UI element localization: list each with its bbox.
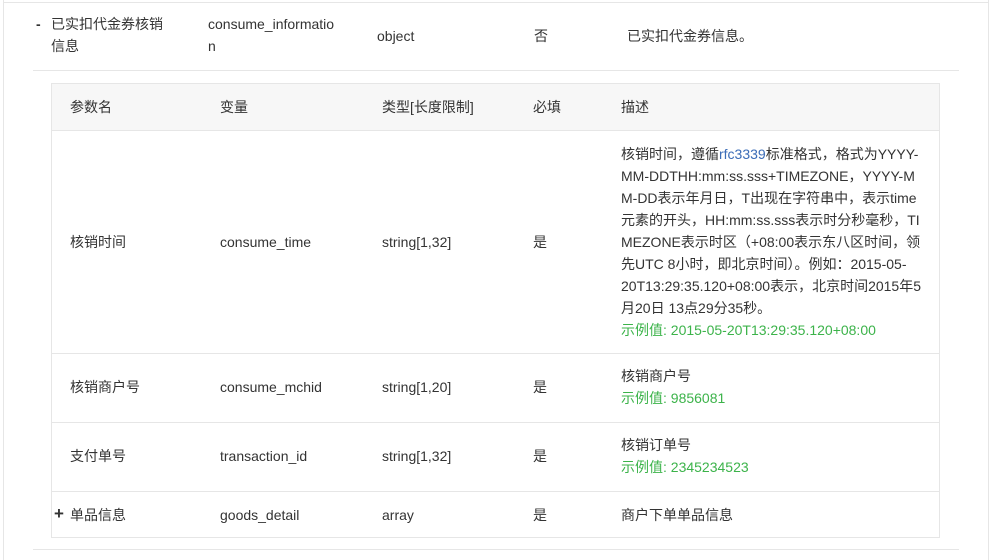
row-description: 核销订单号 示例值: 2345234523 bbox=[621, 434, 926, 478]
example-value: 示例值: 2015-05-20T13:29:35.120+08:00 bbox=[621, 322, 876, 338]
row-required: 是 bbox=[533, 234, 547, 250]
collapse-toggle-icon[interactable]: - bbox=[36, 13, 41, 35]
nested-params-table: 参数名 变量 类型[长度限制] 必填 描述 核销时间 consume_time … bbox=[51, 83, 940, 538]
header-description: 描述 bbox=[621, 99, 649, 115]
header-variable: 变量 bbox=[220, 99, 248, 115]
top-border bbox=[3, 2, 989, 3]
row-required: 是 bbox=[533, 507, 547, 523]
header-required: 必填 bbox=[533, 99, 561, 115]
row-description: 核销商户号 示例值: 9856081 bbox=[621, 365, 926, 409]
parent-type: object bbox=[377, 28, 415, 44]
row-name: 支付单号 bbox=[70, 448, 126, 464]
bottom-divider bbox=[33, 549, 959, 550]
row-required: 是 bbox=[533, 379, 547, 395]
parent-variable: consume_informatio n bbox=[208, 16, 335, 54]
outer-right-border bbox=[988, 0, 989, 560]
header-param: 参数名 bbox=[70, 99, 112, 115]
row-name: 单品信息 bbox=[70, 507, 126, 523]
parent-row-divider bbox=[33, 70, 959, 71]
example-value: 示例值: 9856081 bbox=[621, 390, 726, 406]
parent-description: 已实扣代金券信息。 bbox=[627, 28, 753, 44]
row-type: array bbox=[382, 507, 414, 523]
header-type: 类型[长度限制] bbox=[382, 99, 474, 115]
example-value: 示例值: 2345234523 bbox=[621, 459, 749, 475]
row-name: 核销时间 bbox=[70, 234, 126, 250]
row-description: 核销时间，遵循rfc3339标准格式，格式为YYYY- MM-DDTHH:mm:… bbox=[621, 143, 926, 341]
row-required: 是 bbox=[533, 448, 547, 464]
row-type: string[1,20] bbox=[382, 379, 452, 395]
rfc3339-link[interactable]: rfc3339 bbox=[719, 146, 766, 162]
row-name: 核销商户号 bbox=[70, 379, 140, 395]
parent-required: 否 bbox=[534, 28, 548, 44]
row-variable: consume_time bbox=[220, 234, 312, 250]
row-divider bbox=[52, 353, 939, 354]
nested-table-header: 参数名 变量 类型[长度限制] 必填 描述 bbox=[52, 84, 939, 131]
row-divider bbox=[52, 491, 939, 492]
row-variable: consume_mchid bbox=[220, 379, 322, 395]
row-type: string[1,32] bbox=[382, 234, 452, 250]
row-variable: goods_detail bbox=[220, 507, 300, 523]
row-divider bbox=[52, 422, 939, 423]
expand-toggle-icon[interactable]: + bbox=[54, 503, 64, 525]
row-type: string[1,32] bbox=[382, 448, 452, 464]
row-description: 商户下单单品信息 bbox=[621, 507, 733, 523]
row-variable: transaction_id bbox=[220, 448, 308, 464]
outer-left-border bbox=[3, 0, 4, 560]
parent-name: 已实扣代金券核销 信息 bbox=[51, 16, 163, 54]
